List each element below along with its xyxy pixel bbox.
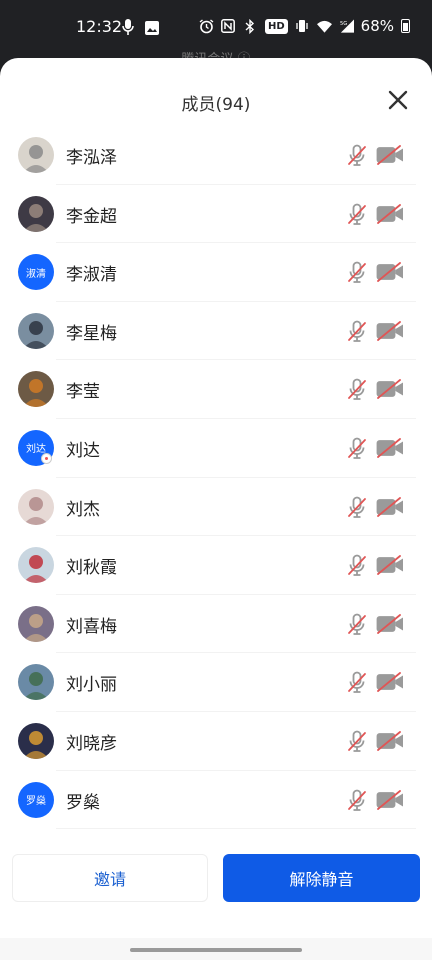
camera-off-icon[interactable] [376,731,406,751]
member-name: 刘杰 [66,499,100,520]
mic-muted-icon[interactable] [346,203,368,225]
battery-icon [401,19,410,33]
member-name: 李泓泽 [66,148,117,168]
avatar [18,547,54,584]
member-name: 李金超 [66,206,117,227]
camera-off-icon[interactable] [376,438,406,458]
svg-text:5G: 5G [340,21,347,27]
gallery-notification-icon [145,20,159,39]
mic-muted-icon[interactable] [346,613,368,635]
alarm-icon [199,18,214,34]
unmute-all-button[interactable]: 解除静音 [223,854,420,902]
row-divider [56,828,416,830]
mic-muted-icon[interactable] [346,671,368,694]
avatar [18,664,54,701]
status-right-icons: HD 5G 68% [199,17,410,35]
camera-off-icon[interactable] [376,613,406,634]
member-name: 刘晓彦 [66,733,117,754]
hd-badge: HD [264,18,288,34]
battery-percent: 68% [360,17,394,35]
close-icon[interactable] [386,88,410,112]
camera-off-icon[interactable] [376,496,406,517]
member-row[interactable]: 刘晓彦 [0,712,432,771]
camera-off-icon[interactable] [376,789,406,810]
mic-muted-icon[interactable] [346,437,368,459]
member-name: 李星梅 [66,323,117,344]
member-name: 罗燊 [66,792,100,813]
member-list: 李泓泽李金超淑清 李淑清李星梅李莹刘达 刘达刘杰刘秋霞刘喜梅刘小丽刘晓彦罗燊 罗燊 [0,126,432,830]
invite-button[interactable]: 邀请 [12,854,208,902]
status-time: 12:32 [76,17,123,36]
wifi-icon [316,19,332,34]
signal-5g-icon: 5G [339,19,354,34]
mic-muted-icon[interactable] [346,496,368,518]
vibrate-icon [295,19,310,34]
member-row[interactable]: 刘杰 [0,478,432,537]
avatar [18,605,54,642]
avatar: 淑清 [18,254,54,291]
nfc-icon [221,19,236,34]
camera-off-icon[interactable] [376,203,406,224]
members-count-title: 成员(94) [181,95,251,115]
phone-badge-icon [41,452,52,464]
mic-muted-icon[interactable] [346,144,368,166]
camera-off-icon[interactable] [376,262,406,283]
member-row[interactable]: 淑清 李淑清 [0,243,432,302]
member-name: 刘秋霞 [66,558,117,579]
member-name: 李莹 [66,382,100,403]
avatar [18,371,54,408]
avatar [18,312,54,349]
bluetooth-icon [243,18,258,34]
camera-off-icon[interactable] [376,672,406,693]
mic-muted-icon[interactable] [346,789,368,811]
avatar [18,195,54,232]
member-row[interactable]: 刘秋霞 [0,536,432,595]
member-row[interactable]: 李莹 [0,360,432,419]
avatar [18,722,54,759]
avatar: 罗燊 [18,781,54,818]
gesture-nav-handle[interactable] [130,948,302,952]
camera-off-icon[interactable] [376,555,406,576]
camera-off-icon[interactable] [376,379,406,400]
camera-off-icon[interactable] [376,320,406,341]
member-row[interactable]: 李泓泽 [0,126,432,185]
member-name: 刘达 [66,440,100,461]
member-name: 李淑清 [66,265,117,286]
member-row[interactable]: 罗燊 罗燊 [0,771,432,830]
mic-status-icon [122,19,134,39]
camera-off-icon[interactable] [376,145,406,165]
mic-muted-icon[interactable] [346,320,368,342]
mic-muted-icon[interactable] [346,261,368,284]
avatar [18,137,54,173]
mic-muted-icon[interactable] [346,554,368,577]
members-sheet: 成员(94) 李泓泽李金超淑清 李淑清李星梅李莹刘达 刘达刘杰刘秋霞刘喜梅刘小丽刘晓… [0,58,432,960]
member-row[interactable]: 李金超 [0,185,432,244]
mic-muted-icon[interactable] [346,730,368,752]
mic-muted-icon[interactable] [346,378,368,401]
member-row[interactable]: 刘小丽 [0,653,432,712]
member-row[interactable]: 李星梅 [0,302,432,361]
member-name: 刘小丽 [66,675,117,696]
member-row[interactable]: 刘喜梅 [0,595,432,654]
avatar [18,488,54,525]
member-name: 刘喜梅 [66,616,117,637]
member-row[interactable]: 刘达 刘达 [0,419,432,478]
